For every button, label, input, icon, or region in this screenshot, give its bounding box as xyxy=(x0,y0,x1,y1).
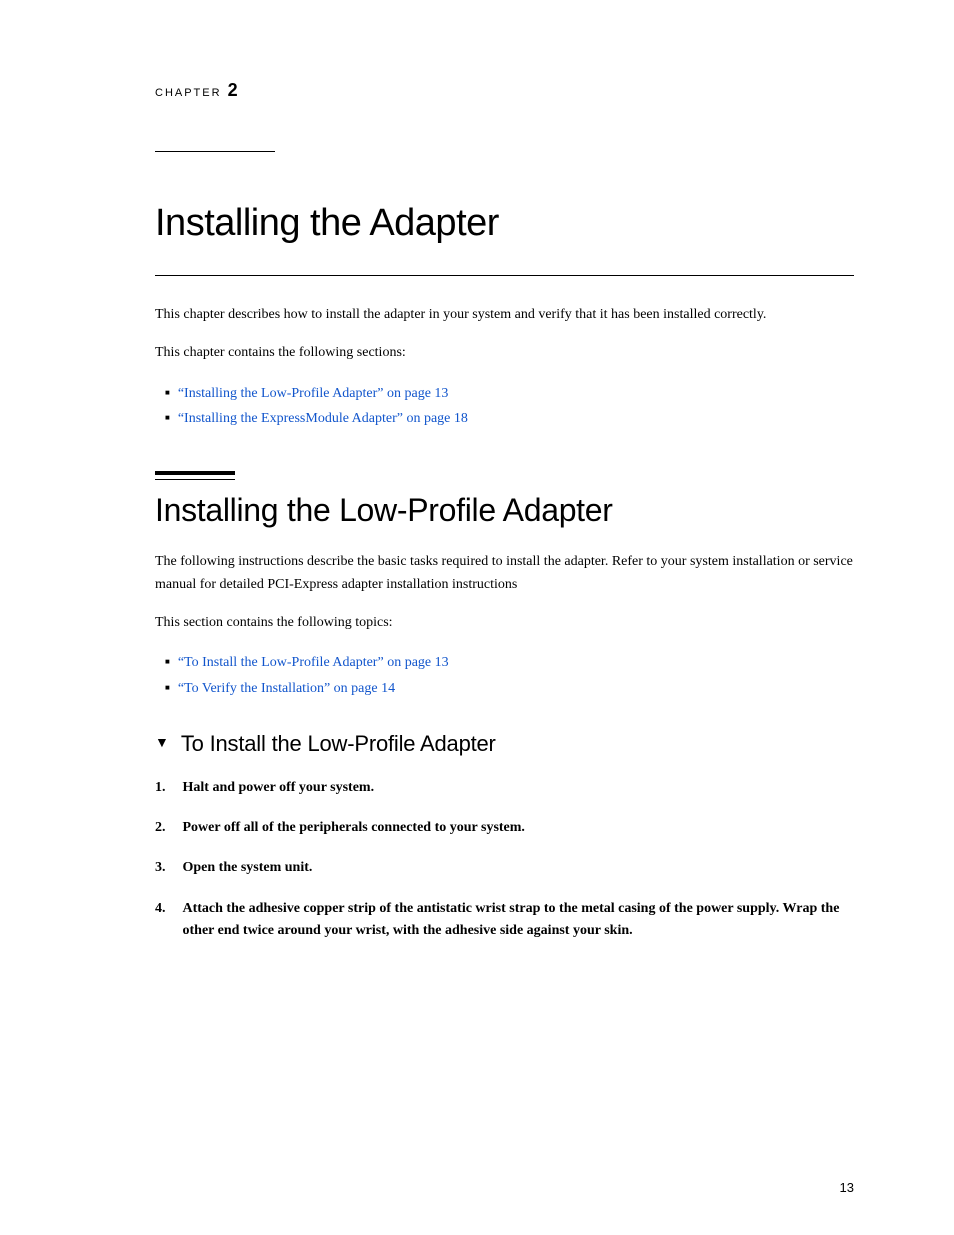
intro-paragraph-1: This chapter describes how to install th… xyxy=(155,304,854,326)
triangle-icon: ▼ xyxy=(155,736,169,752)
chapter-number: 2 xyxy=(228,80,238,101)
page-number: 13 xyxy=(840,1180,854,1195)
intro-link-2[interactable]: “Installing the ExpressModule Adapter” o… xyxy=(178,406,468,431)
section1-link-2[interactable]: “To Verify the Installation” on page 14 xyxy=(178,676,395,701)
section1-links-list: “To Install the Low-Profile Adapter” on … xyxy=(165,650,854,700)
steps-list: 1. Halt and power off your system. 2. Po… xyxy=(155,777,854,942)
subsection1-header: ▼ To Install the Low-Profile Adapter xyxy=(155,731,854,757)
list-item: “To Verify the Installation” on page 14 xyxy=(165,676,854,701)
step-number: 2. xyxy=(155,817,179,839)
step-text: Power off all of the peripherals connect… xyxy=(183,817,525,839)
step-2: 2. Power off all of the peripherals conn… xyxy=(155,817,854,839)
section1-title: Installing the Low-Profile Adapter xyxy=(155,492,854,529)
section-thick-rule xyxy=(155,471,235,475)
main-title: Installing the Adapter xyxy=(155,202,854,245)
intro-paragraph-2: This chapter contains the following sect… xyxy=(155,342,854,364)
section1-topics-label: This section contains the following topi… xyxy=(155,612,854,634)
step-text: Halt and power off your system. xyxy=(183,777,375,799)
chapter-underline xyxy=(155,151,275,152)
subsection1-title: To Install the Low-Profile Adapter xyxy=(181,731,496,757)
step-3: 3. Open the system unit. xyxy=(155,857,854,879)
step-number: 3. xyxy=(155,857,179,879)
step-1: 1. Halt and power off your system. xyxy=(155,777,854,799)
subsection1: ▼ To Install the Low-Profile Adapter 1. … xyxy=(155,731,854,942)
content-area: CHAPTER 2 Installing the Adapter This ch… xyxy=(0,0,954,1039)
list-item: “Installing the Low-Profile Adapter” on … xyxy=(165,381,854,406)
section1-link-1[interactable]: “To Install the Low-Profile Adapter” on … xyxy=(178,650,449,675)
section1-intro: The following instructions describe the … xyxy=(155,551,854,596)
chapter-divider xyxy=(155,275,854,276)
page: CHAPTER 2 Installing the Adapter This ch… xyxy=(0,0,954,1235)
intro-link-1[interactable]: “Installing the Low-Profile Adapter” on … xyxy=(178,381,449,406)
step-text: Attach the adhesive copper strip of the … xyxy=(183,898,855,941)
chapter-header: CHAPTER 2 xyxy=(155,80,854,152)
section-divider-block xyxy=(155,471,854,480)
step-4: 4. Attach the adhesive copper strip of t… xyxy=(155,898,854,941)
list-item: “Installing the ExpressModule Adapter” o… xyxy=(165,406,854,431)
intro-links-list: “Installing the Low-Profile Adapter” on … xyxy=(165,381,854,431)
chapter-word: CHAPTER xyxy=(155,87,222,99)
section-thin-rule xyxy=(155,479,235,480)
step-text: Open the system unit. xyxy=(183,857,313,879)
chapter-label-container: CHAPTER 2 xyxy=(155,80,854,101)
list-item: “To Install the Low-Profile Adapter” on … xyxy=(165,650,854,675)
step-number: 1. xyxy=(155,777,179,799)
step-number: 4. xyxy=(155,898,179,920)
